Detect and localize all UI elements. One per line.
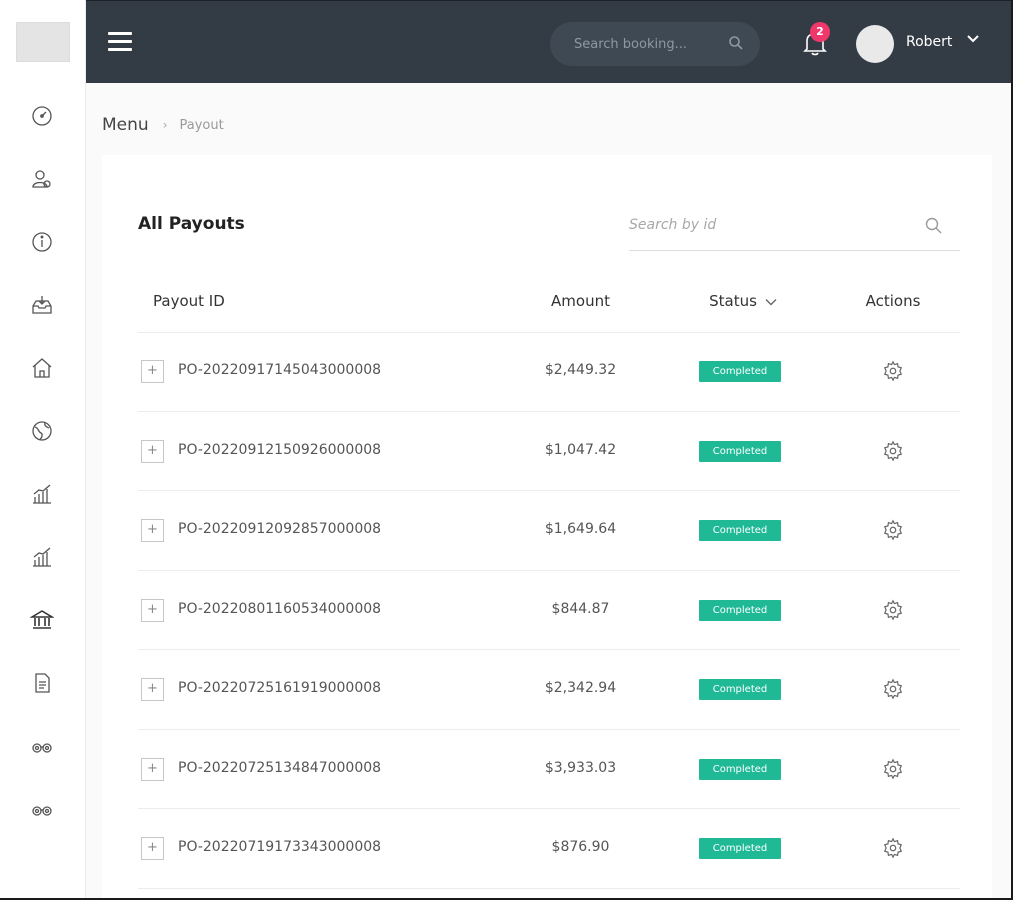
table-row: + PO-20220725134847000008 $3,933.03 Comp… <box>138 730 960 809</box>
home-icon[interactable] <box>29 355 54 380</box>
notification-badge: 2 <box>810 22 830 42</box>
breadcrumb-current: Payout <box>179 117 224 133</box>
payout-amount: $3,933.03 <box>544 759 617 776</box>
hamburger-menu-icon[interactable] <box>108 32 132 52</box>
payout-id: PO-20220917145043000008 <box>178 362 382 378</box>
gear-icon[interactable] <box>882 519 904 541</box>
table-row: + PO-20220719173343000008 $876.90 Comple… <box>138 809 960 889</box>
expand-row-button[interactable]: + <box>141 439 164 463</box>
table-header: Payout ID Amount Status Actions <box>138 277 960 333</box>
top-bar: 2 Robert <box>86 0 1013 83</box>
status-badge: Completed <box>699 758 781 780</box>
status-badge: Completed <box>699 679 781 700</box>
payout-amount: $2,449.32 <box>544 362 617 378</box>
document-icon[interactable] <box>29 670 54 695</box>
binoculars-icon[interactable] <box>29 796 54 821</box>
column-header-amount: Amount <box>551 292 610 310</box>
gear-icon[interactable] <box>882 440 904 462</box>
booking-search-input[interactable] <box>550 22 720 66</box>
gear-icon[interactable] <box>882 599 904 621</box>
bar-chart-icon[interactable] <box>29 544 54 569</box>
gear-icon[interactable] <box>882 678 904 700</box>
status-badge: Completed <box>699 520 781 541</box>
payout-id: PO-20220912092857000008 <box>178 521 382 537</box>
gear-icon[interactable] <box>882 360 904 382</box>
booking-search <box>550 22 760 66</box>
search-icon[interactable] <box>925 217 942 234</box>
search-icon[interactable] <box>728 35 744 51</box>
search-by-id-input[interactable] <box>629 203 919 247</box>
sidebar <box>0 0 86 900</box>
table-row: + PO-20220801160534000008 $844.87 Comple… <box>138 571 960 650</box>
table-row: + PO-20220725161919000008 $2,342.94 Comp… <box>138 650 960 730</box>
breadcrumb-menu-link[interactable]: Menu <box>102 115 149 135</box>
expand-row-button[interactable]: + <box>141 757 164 781</box>
bar-chart-icon[interactable] <box>29 481 54 506</box>
payout-id: PO-20220912150926000008 <box>178 441 382 458</box>
breadcrumb: Menu › Payout <box>102 115 224 135</box>
expand-row-button[interactable]: + <box>141 360 164 383</box>
payout-id: PO-20220801160534000008 <box>178 600 382 617</box>
breadcrumb-separator: › <box>162 118 168 132</box>
table-row: + PO-20220912150926000008 $1,047.42 Comp… <box>138 412 960 491</box>
column-header-status[interactable]: Status <box>688 292 798 310</box>
id-search <box>629 203 960 251</box>
gear-icon[interactable] <box>882 758 904 780</box>
payouts-card: All Payouts Payout ID Amount Status Acti… <box>102 155 992 900</box>
payout-amount: $844.87 <box>551 600 610 617</box>
payout-amount: $1,649.64 <box>544 521 617 537</box>
column-header-actions: Actions <box>865 292 921 310</box>
status-badge: Completed <box>699 599 781 621</box>
users-icon[interactable] <box>29 166 54 191</box>
user-name[interactable]: Robert <box>906 34 952 50</box>
column-header-payout-id: Payout ID <box>153 292 225 310</box>
payout-amount: $2,342.94 <box>544 680 617 696</box>
table-row: + PO-20220912092857000008 $1,649.64 Comp… <box>138 491 960 571</box>
gear-icon[interactable] <box>882 837 904 859</box>
expand-row-button[interactable]: + <box>141 678 164 701</box>
expand-row-button[interactable]: + <box>141 519 164 542</box>
page-title: All Payouts <box>138 214 245 234</box>
globe-icon[interactable] <box>29 418 54 443</box>
status-badge: Completed <box>699 361 781 382</box>
payout-id: PO-20220719173343000008 <box>178 839 382 855</box>
payout-amount: $1,047.42 <box>544 441 617 458</box>
status-header-label: Status <box>709 292 757 310</box>
binoculars-icon[interactable] <box>29 733 54 758</box>
status-badge: Completed <box>699 440 781 462</box>
chevron-down-icon[interactable] <box>765 298 777 306</box>
logo[interactable] <box>16 22 70 62</box>
info-icon[interactable] <box>29 229 54 254</box>
dashboard-icon[interactable] <box>29 103 54 128</box>
payouts-table-body: + PO-20220917145043000008 $2,449.32 Comp… <box>138 332 960 889</box>
chevron-down-icon[interactable] <box>966 33 980 45</box>
payout-amount: $876.90 <box>551 839 610 855</box>
inbox-download-icon[interactable] <box>29 292 54 317</box>
table-row: + PO-20220917145043000008 $2,449.32 Comp… <box>138 332 960 412</box>
payout-id: PO-20220725161919000008 <box>178 680 382 696</box>
bank-icon[interactable] <box>29 607 54 632</box>
payout-id: PO-20220725134847000008 <box>178 759 382 776</box>
expand-row-button[interactable]: + <box>141 598 164 622</box>
avatar[interactable] <box>856 25 894 63</box>
expand-row-button[interactable]: + <box>141 837 164 860</box>
status-badge: Completed <box>699 838 781 859</box>
